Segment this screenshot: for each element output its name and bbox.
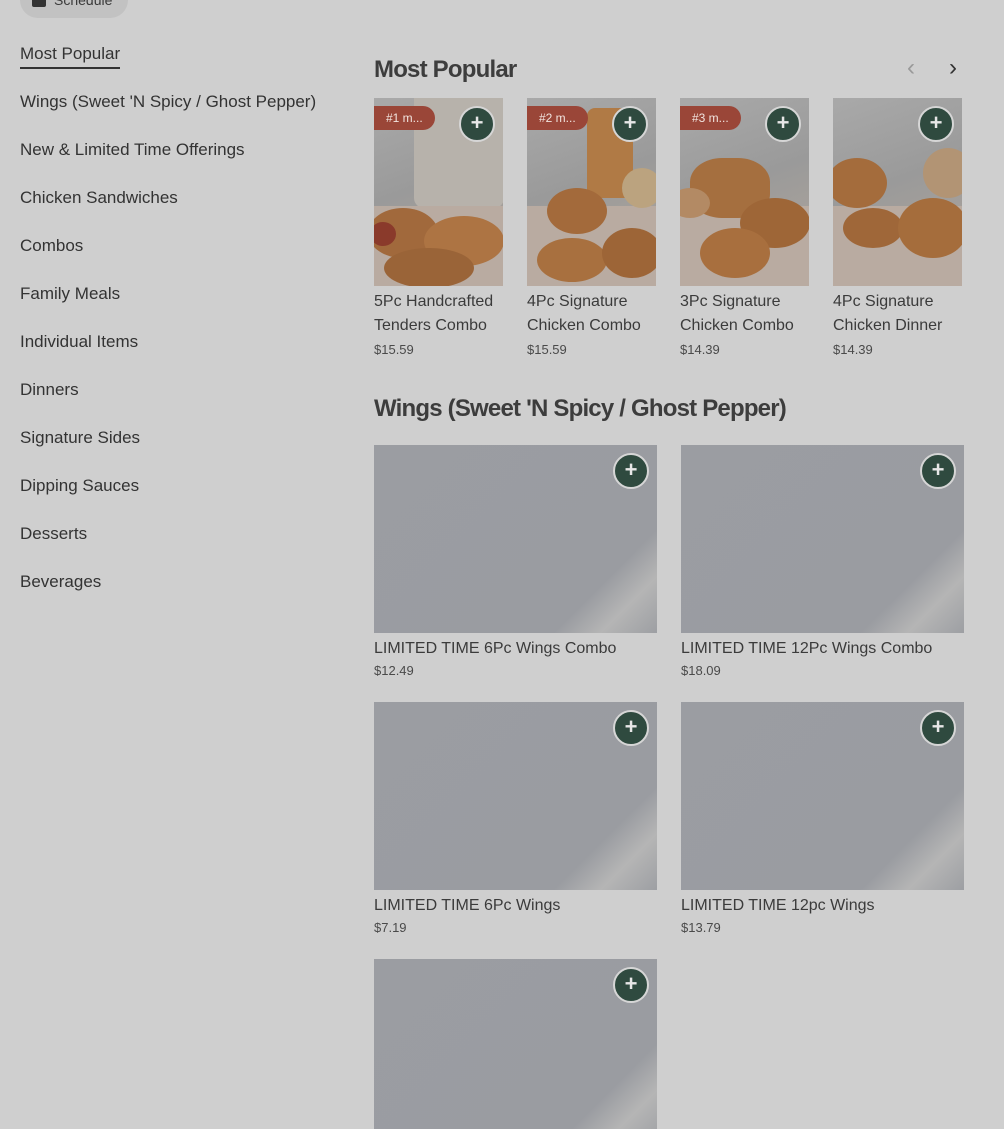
sidebar-item-label: Signature Sides (20, 428, 141, 447)
sidebar-item-label: Desserts (20, 524, 88, 543)
product-image: #1 m... + (374, 98, 503, 286)
sidebar-item-wings[interactable]: Wings (Sweet 'N Spicy / Ghost Pepper) (20, 88, 340, 136)
sidebar-item-most-popular[interactable]: Most Popular (20, 40, 340, 88)
sidebar-item-dinners[interactable]: Dinners (20, 376, 340, 424)
product-name: LIMITED TIME 12pc Wings (681, 897, 875, 914)
product-price: $7.19 (374, 920, 407, 935)
wings-section-header: Wings (Sweet 'N Spicy / Ghost Pepper) (374, 395, 964, 445)
product-name: 3Pc Signature Chicken Combo (680, 293, 794, 334)
plus-icon[interactable]: + (613, 453, 649, 489)
rank-badge: #2 m... (527, 106, 588, 130)
sidebar-item-label: Dinners (20, 380, 79, 399)
product-price: $12.49 (374, 663, 414, 678)
sidebar-item-label: Chicken Sandwiches (20, 188, 178, 207)
calendar-icon (32, 0, 46, 7)
sidebar-item-signature-sides[interactable]: Signature Sides (20, 424, 340, 472)
sidebar-item-label: New & Limited Time Offerings (20, 140, 245, 159)
plus-icon[interactable]: + (612, 106, 648, 142)
category-sidebar: Most Popular Wings (Sweet 'N Spicy / Gho… (20, 40, 340, 616)
sidebar-item-label: Combos (20, 236, 84, 255)
sidebar-item-beverages[interactable]: Beverages (20, 568, 340, 616)
product-image-placeholder: + (681, 702, 964, 890)
product-image-placeholder: + (374, 445, 657, 633)
product-card[interactable]: + (374, 959, 657, 1129)
product-image-placeholder: + (681, 445, 964, 633)
product-card[interactable]: #3 m... + 3Pc Signature Chicken Combo $1… (680, 98, 809, 357)
sidebar-item-new-limited[interactable]: New & Limited Time Offerings (20, 136, 340, 184)
product-price: $14.39 (680, 342, 720, 357)
product-card[interactable]: + 4Pc Signature Chicken Dinner $14.39 (833, 98, 962, 357)
sidebar-item-desserts[interactable]: Desserts (20, 520, 340, 568)
product-image-placeholder: + (374, 702, 657, 890)
product-name: 4Pc Signature Chicken Combo (527, 293, 641, 334)
plus-icon[interactable]: + (918, 106, 954, 142)
product-card[interactable]: + LIMITED TIME 12Pc Wings Combo $18.09 (681, 445, 964, 678)
product-name: LIMITED TIME 6Pc Wings Combo (374, 640, 617, 657)
product-name: 5Pc Handcrafted Tenders Combo (374, 293, 494, 334)
rank-badge: #3 m... (680, 106, 741, 130)
rank-badge: #1 m... (374, 106, 435, 130)
sidebar-item-chicken-sandwiches[interactable]: Chicken Sandwiches (20, 184, 340, 232)
plus-icon[interactable]: + (613, 710, 649, 746)
plus-icon[interactable]: + (920, 453, 956, 489)
product-price: $15.59 (527, 342, 567, 357)
product-price: $14.39 (833, 342, 873, 357)
product-image: #3 m... + (680, 98, 809, 286)
sidebar-item-label: Dipping Sauces (20, 476, 140, 495)
product-price: $18.09 (681, 663, 721, 678)
product-card[interactable]: + LIMITED TIME 12pc Wings $13.79 (681, 702, 964, 935)
plus-icon[interactable]: + (459, 106, 495, 142)
sidebar-item-family-meals[interactable]: Family Meals (20, 280, 340, 328)
product-image: + (833, 98, 962, 286)
sidebar-item-label: Individual Items (20, 332, 139, 351)
product-card[interactable]: + LIMITED TIME 6Pc Wings $7.19 (374, 702, 657, 935)
most-popular-carousel: #1 m... + 5Pc Handcrafted Tenders Combo … (374, 98, 964, 357)
product-name: LIMITED TIME 12Pc Wings Combo (681, 640, 933, 657)
sidebar-item-individual-items[interactable]: Individual Items (20, 328, 340, 376)
sidebar-item-dipping-sauces[interactable]: Dipping Sauces (20, 472, 340, 520)
product-card[interactable]: #2 m... + 4Pc Signature Chicken Combo $1… (527, 98, 656, 357)
sidebar-item-label: Most Popular (20, 41, 121, 69)
sidebar-item-label: Wings (Sweet 'N Spicy / Ghost Pepper) (20, 92, 317, 111)
product-name: 4Pc Signature Chicken Dinner (833, 293, 943, 334)
schedule-button[interactable]: Schedule (20, 0, 129, 18)
most-popular-header: Most Popular ‹ › (374, 40, 964, 98)
plus-icon[interactable]: + (765, 106, 801, 142)
product-image-placeholder: + (374, 959, 657, 1129)
carousel-controls: ‹ › (900, 54, 964, 82)
product-card[interactable]: #1 m... + 5Pc Handcrafted Tenders Combo … (374, 98, 503, 357)
product-price: $15.59 (374, 342, 414, 357)
product-card[interactable]: + LIMITED TIME 6Pc Wings Combo $12.49 (374, 445, 657, 678)
plus-icon[interactable]: + (920, 710, 956, 746)
plus-icon[interactable]: + (613, 967, 649, 1003)
sidebar-item-combos[interactable]: Combos (20, 232, 340, 280)
wings-section-title: Wings (Sweet 'N Spicy / Ghost Pepper) (374, 395, 787, 422)
menu-content: Most Popular ‹ › #1 m... + 5Pc Handcraft… (374, 40, 964, 1129)
wings-grid: + LIMITED TIME 6Pc Wings Combo $12.49 + … (374, 445, 964, 1129)
chevron-right-icon[interactable]: › (942, 54, 964, 82)
product-image: #2 m... + (527, 98, 656, 286)
sidebar-item-label: Family Meals (20, 284, 121, 303)
chevron-left-icon[interactable]: ‹ (900, 54, 922, 82)
sidebar-item-label: Beverages (20, 572, 102, 591)
most-popular-title: Most Popular (374, 56, 517, 83)
product-price: $13.79 (681, 920, 721, 935)
schedule-label: Schedule (54, 0, 113, 8)
product-name: LIMITED TIME 6Pc Wings (374, 897, 561, 914)
